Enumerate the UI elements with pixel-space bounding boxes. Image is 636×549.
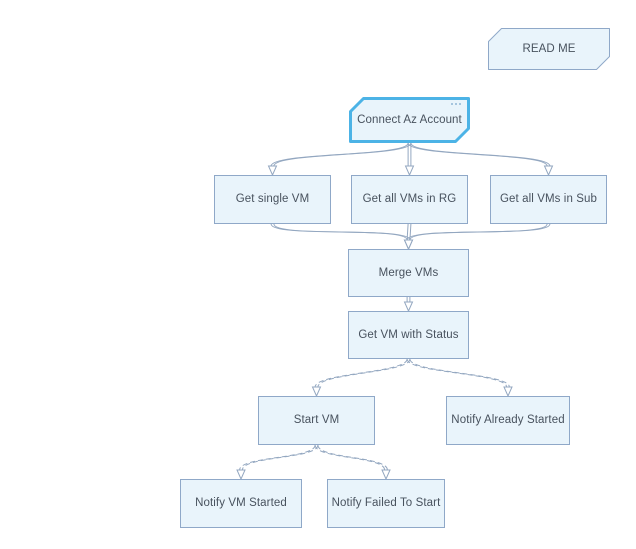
node-label-notify-already-started: Notify Already Started bbox=[451, 414, 565, 427]
connector-edge-rg-to-merge bbox=[403, 223, 414, 251]
connector-edge-connect-to-rg bbox=[404, 143, 415, 177]
node-label-get-single-vm: Get single VM bbox=[235, 193, 310, 206]
arrowhead-edge-connect-to-rg bbox=[404, 165, 415, 177]
diagram-canvas[interactable]: READ ME Connect Az Account Get single VM Ge… bbox=[0, 0, 636, 549]
node-label-notify-vm-started: Notify VM Started bbox=[195, 497, 287, 510]
connector-edge-connect-to-sub bbox=[407, 142, 554, 177]
arrowhead-edge-rg-to-merge bbox=[403, 239, 414, 251]
node-get-vm-with-status[interactable]: Get VM with Status bbox=[348, 311, 469, 359]
node-connect-az-account[interactable]: Connect Az Account bbox=[349, 97, 470, 143]
node-start-vm[interactable]: Start VM bbox=[258, 396, 375, 445]
arrowhead-edge-start-to-failed bbox=[381, 469, 391, 481]
connector-layer bbox=[236, 142, 554, 481]
connector-edge-connect-to-single bbox=[267, 142, 412, 177]
node-get-all-vms-in-rg[interactable]: Get all VMs in RG bbox=[351, 175, 468, 224]
connector-edge-merge-to-status bbox=[403, 297, 414, 313]
node-label-get-vm-with-status: Get VM with Status bbox=[358, 328, 459, 341]
node-notify-failed-to-start[interactable]: Notify Failed To Start bbox=[327, 479, 445, 528]
arrowhead-edge-connect-to-single bbox=[267, 165, 278, 177]
connector-edge-start-to-started bbox=[236, 444, 319, 481]
node-label-merge-vms: Merge VMs bbox=[378, 266, 439, 279]
node-label-start-vm: Start VM bbox=[293, 414, 340, 427]
connector-edge-status-to-already bbox=[406, 358, 513, 398]
arrowhead-edge-single-to-merge bbox=[403, 239, 414, 251]
connector-edge-sub-to-merge bbox=[403, 223, 551, 251]
node-merge-vms[interactable]: Merge VMs bbox=[348, 249, 469, 297]
arrowhead-edge-connect-to-sub bbox=[543, 165, 554, 177]
arrowhead-edge-start-to-started bbox=[236, 469, 246, 481]
node-notify-vm-started[interactable]: Notify VM Started bbox=[180, 479, 302, 528]
connector-edge-status-to-start bbox=[311, 358, 411, 398]
arrowhead-edge-status-to-start bbox=[311, 386, 322, 398]
node-get-all-vms-in-sub[interactable]: Get all VMs in Sub bbox=[490, 175, 607, 224]
arrowhead-edge-merge-to-status bbox=[403, 301, 414, 313]
node-label-notify-failed-to-start: Notify Failed To Start bbox=[331, 497, 441, 510]
node-options-ellipsis-icon[interactable] bbox=[451, 103, 461, 105]
node-label-get-all-vms-in-rg: Get all VMs in RG bbox=[362, 193, 457, 206]
connector-edge-start-to-failed bbox=[314, 444, 391, 481]
connector-edge-single-to-merge bbox=[270, 223, 414, 251]
node-read-me[interactable]: READ ME bbox=[488, 28, 610, 70]
arrowhead-edge-sub-to-merge bbox=[403, 239, 414, 251]
node-get-single-vm[interactable]: Get single VM bbox=[214, 175, 331, 224]
node-notify-already-started[interactable]: Notify Already Started bbox=[446, 396, 570, 445]
node-label-get-all-vms-in-sub: Get all VMs in Sub bbox=[499, 193, 598, 206]
node-label-read-me: READ ME bbox=[522, 42, 576, 55]
arrowhead-edge-status-to-already bbox=[503, 386, 513, 398]
node-label-connect-az-account: Connect Az Account bbox=[357, 113, 462, 126]
